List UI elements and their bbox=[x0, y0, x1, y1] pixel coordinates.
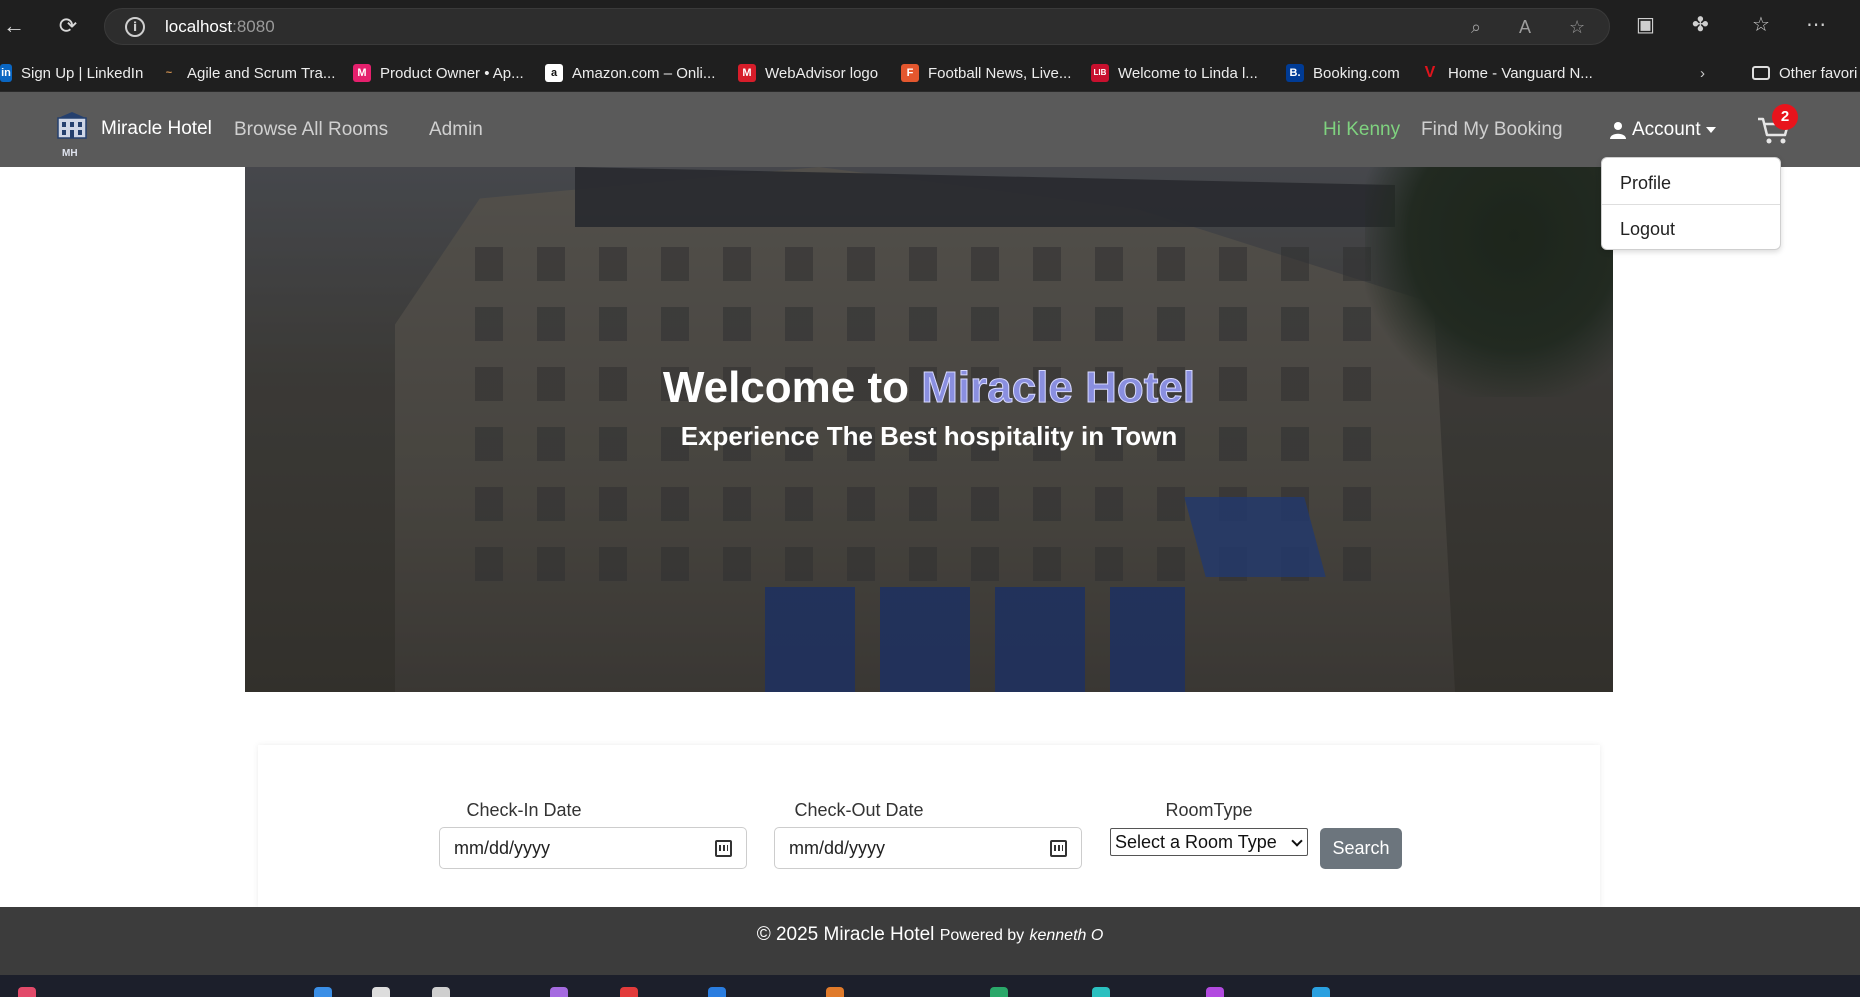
taskbar-app-icon[interactable] bbox=[708, 987, 726, 997]
calendar-icon[interactable] bbox=[715, 840, 732, 857]
zoom-icon[interactable]: ⌕ bbox=[1471, 17, 1481, 38]
footer-text: © 2025 Miracle Hotel Powered by kenneth … bbox=[0, 924, 1860, 946]
agile-icon: ~ bbox=[165, 67, 173, 79]
taskbar-app-icon[interactable] bbox=[550, 987, 568, 997]
account-label: Account bbox=[1632, 119, 1701, 140]
hotel-logo-icon[interactable] bbox=[56, 110, 88, 150]
account-dropdown-toggle[interactable]: Account bbox=[1610, 119, 1716, 141]
browser-toolbar: ← ⟳ i localhost:8080 ⌕ A ☆ ▣ ✤ ☆ ⋯ bbox=[0, 0, 1860, 52]
brand-name[interactable]: Miracle Hotel bbox=[101, 118, 212, 140]
bookmark-item[interactable]: LIB Welcome to Linda l... bbox=[1091, 62, 1258, 84]
favorite-star-icon[interactable]: ☆ bbox=[1569, 17, 1585, 38]
footer-author: kenneth O bbox=[1029, 927, 1104, 944]
taskbar-app-icon[interactable] bbox=[1092, 987, 1110, 997]
calendar-icon[interactable] bbox=[1050, 840, 1067, 857]
os-taskbar bbox=[0, 975, 1860, 997]
nav-browse-rooms[interactable]: Browse All Rooms bbox=[234, 119, 388, 141]
taskbar-app-icon[interactable] bbox=[1312, 987, 1330, 997]
account-dropdown-menu: Profile Logout bbox=[1601, 157, 1781, 250]
roomtype-select[interactable]: Select a Room Type bbox=[1110, 828, 1308, 856]
bookmark-item[interactable]: V Home - Vanguard N... bbox=[1421, 62, 1593, 84]
dropdown-divider bbox=[1602, 204, 1780, 205]
nav-admin[interactable]: Admin bbox=[429, 119, 483, 141]
person-icon bbox=[1610, 122, 1626, 139]
bookmark-item[interactable]: F Football News, Live... bbox=[901, 62, 1071, 84]
site-footer: © 2025 Miracle Hotel Powered by kenneth … bbox=[0, 907, 1860, 975]
bookmark-item[interactable]: ~ Agile and Scrum Tra... bbox=[160, 62, 336, 84]
footer-powered-by: Powered by bbox=[939, 927, 1025, 944]
bookmark-item[interactable]: B. Booking.com bbox=[1286, 62, 1400, 84]
extensions-puzzle-icon[interactable]: ✤ bbox=[1692, 12, 1709, 37]
site-navbar: MH Miracle Hotel Browse All Rooms Admin … bbox=[0, 92, 1860, 167]
bookmark-item[interactable]: M Product Owner • Ap... bbox=[353, 62, 524, 84]
refresh-icon[interactable]: ⟳ bbox=[54, 12, 82, 40]
taskbar-app-icon[interactable] bbox=[314, 987, 332, 997]
library-icon: LIB bbox=[1091, 64, 1109, 82]
hero-subtitle: Experience The Best hospitality in Town bbox=[680, 421, 1178, 451]
nav-find-booking[interactable]: Find My Booking bbox=[1421, 119, 1563, 141]
webadvisor-icon: M bbox=[738, 64, 756, 82]
checkout-label: Check-Out Date bbox=[794, 800, 924, 820]
url-text: localhost:8080 bbox=[165, 17, 275, 36]
bookmark-item[interactable]: in Sign Up | LinkedIn bbox=[0, 62, 143, 84]
taskbar-app-icon[interactable] bbox=[620, 987, 638, 997]
taskbar-app-icon[interactable] bbox=[432, 987, 450, 997]
checkin-label: Check-In Date bbox=[466, 800, 582, 820]
checkin-date-input[interactable]: mm/dd/yyyy bbox=[439, 827, 747, 869]
address-bar[interactable]: i localhost:8080 ⌕ A ☆ bbox=[104, 8, 1610, 45]
folder-icon bbox=[1752, 66, 1770, 80]
bookmarks-overflow-chevron-icon[interactable]: › bbox=[1700, 62, 1705, 84]
vanguard-icon: V bbox=[1424, 64, 1436, 81]
favorites-list-icon[interactable]: ☆ bbox=[1752, 12, 1770, 37]
hero-title: Welcome to Miracle Hotel bbox=[662, 363, 1196, 413]
roomtype-selected-value: Select a Room Type bbox=[1115, 832, 1277, 852]
product-owner-icon: M bbox=[353, 64, 371, 82]
footer-copyright: © 2025 Miracle Hotel bbox=[756, 924, 935, 945]
search-button[interactable]: Search bbox=[1320, 828, 1402, 869]
hero-banner: Welcome to Miracle Hotel Experience The … bbox=[245, 167, 1613, 692]
taskbar-app-icon[interactable] bbox=[990, 987, 1008, 997]
checkout-placeholder: mm/dd/yyyy bbox=[789, 838, 886, 858]
football-icon: F bbox=[901, 64, 919, 82]
bookmark-item[interactable]: M WebAdvisor logo bbox=[738, 62, 878, 84]
bookmarks-bar: in Sign Up | LinkedIn ~ Agile and Scrum Tr… bbox=[0, 52, 1860, 92]
other-favorites-folder[interactable]: Other favori bbox=[1752, 62, 1857, 84]
dropdown-item-logout[interactable]: Logout bbox=[1620, 219, 1675, 240]
hero-title-accent: Miracle Hotel bbox=[921, 363, 1196, 413]
checkin-placeholder: mm/dd/yyyy bbox=[454, 838, 551, 858]
site-info-icon[interactable]: i bbox=[125, 17, 145, 37]
read-aloud-icon[interactable]: A bbox=[1519, 17, 1531, 38]
extension-square-icon[interactable]: ▣ bbox=[1636, 12, 1655, 37]
bookmark-item[interactable]: a Amazon.com – Onli... bbox=[545, 62, 715, 84]
cart-count-badge: 2 bbox=[1772, 104, 1798, 130]
chevron-down-icon bbox=[1291, 835, 1303, 847]
checkout-date-input[interactable]: mm/dd/yyyy bbox=[774, 827, 1082, 869]
dropdown-item-profile[interactable]: Profile bbox=[1620, 173, 1671, 194]
taskbar-app-icon[interactable] bbox=[372, 987, 390, 997]
caret-down-icon bbox=[1705, 127, 1716, 133]
taskbar-app-icon[interactable] bbox=[1206, 987, 1224, 997]
search-card: Check-In Date mm/dd/yyyy Check-Out Date … bbox=[258, 745, 1600, 907]
more-menu-icon[interactable]: ⋯ bbox=[1806, 12, 1826, 37]
back-arrow-icon[interactable]: ← bbox=[0, 12, 28, 40]
greeting-text: Hi Kenny bbox=[1323, 119, 1401, 140]
amazon-icon: a bbox=[545, 64, 563, 82]
taskbar-app-icon[interactable] bbox=[826, 987, 844, 997]
linkedin-icon: in bbox=[0, 64, 12, 82]
booking-icon: B. bbox=[1286, 64, 1304, 82]
roomtype-label: RoomType bbox=[1165, 800, 1253, 820]
taskbar-app-icon[interactable] bbox=[18, 987, 36, 997]
logo-text: MH bbox=[62, 148, 78, 159]
